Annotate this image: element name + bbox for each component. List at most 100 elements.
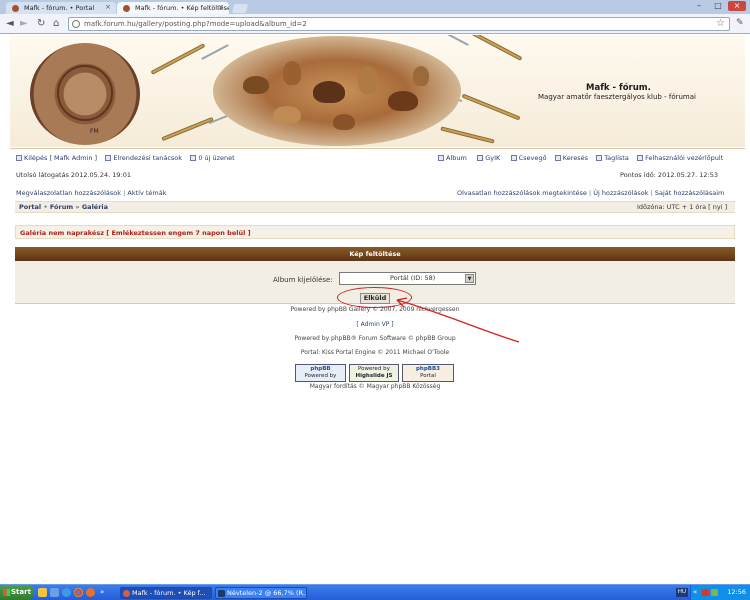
taskbar-button-chrome[interactable]: Mafk - fórum. • Kép f... [120, 587, 212, 599]
firefox-icon[interactable] [86, 588, 95, 597]
dst-link[interactable]: [ nyi ] [708, 203, 727, 211]
album-selected-value: Portál (ID: 58) [390, 274, 436, 282]
back-arrow-icon[interactable]: ◄ [6, 18, 14, 29]
breadcrumb-gallery[interactable]: Galéria [82, 203, 108, 211]
site-subtitle: Magyar amatőr faesztergályos klub - fóru… [538, 93, 696, 101]
unanswered-posts-link[interactable]: Megválaszolatlan hozzászólások [16, 189, 121, 197]
bookmark-star-icon[interactable]: ☆ [716, 18, 725, 29]
control-panel-icon [637, 155, 644, 161]
logo-text: FM [90, 128, 99, 135]
bowl-shape [273, 106, 301, 124]
wood-turnings-image [213, 36, 461, 146]
unread-posts-link[interactable]: Olvasatlan hozzászólások megtekintése [457, 189, 587, 197]
address-bar[interactable]: mafk.forum.hu/gallery/posting.php?mode=u… [68, 17, 730, 31]
bowl-shape [283, 61, 301, 85]
breadcrumb: Portal • Fórum » Galéria [19, 203, 109, 211]
minimize-icon[interactable]: – [690, 1, 708, 11]
notice-text: Galéria nem naprakész [20, 229, 104, 237]
members-link[interactable]: Taglista [596, 154, 629, 162]
close-tab-icon[interactable]: × [105, 3, 111, 11]
logout-link[interactable]: Kilépés [ Mafk Admin ] [16, 154, 97, 162]
shield-icon[interactable] [702, 589, 709, 596]
timezone-info: Időzóna: UTC + 1 óra [ nyi ] [637, 203, 727, 211]
close-window-icon[interactable]: × [728, 1, 746, 11]
chisel-handle-icon [467, 35, 523, 61]
upload-form-header: Kép feltöltése [15, 247, 735, 261]
breadcrumb-bar [15, 201, 735, 213]
message-icon [190, 155, 197, 161]
ie-icon[interactable] [62, 588, 71, 597]
translation-credit: Magyar fordítás © Magyar phpBB Közösség [309, 383, 441, 390]
bowl-shape [413, 66, 429, 86]
annotation-ellipse [337, 287, 412, 308]
chrome-icon[interactable] [74, 588, 83, 597]
forum-header-banner: FM Mafk - fórum. Magyar amatőr faeszterg… [10, 35, 745, 147]
search-link[interactable]: Keresés [554, 154, 588, 162]
search-links-left: Megválaszolatlan hozzászólások | Aktív t… [16, 189, 167, 197]
layout-tips-link[interactable]: Elrendezési tanácsok [105, 154, 182, 162]
own-posts-link[interactable]: Saját hozzászólásaim [655, 189, 725, 197]
close-tab-icon[interactable]: × [218, 3, 224, 11]
start-button[interactable]: Start [0, 585, 34, 600]
favicon-icon [12, 5, 19, 12]
bowl-shape [388, 91, 418, 111]
reload-icon[interactable]: ↻ [37, 18, 45, 29]
admin-panel-link[interactable]: [ Admin VP ] [15, 321, 735, 328]
album-select-label: Album kijelölése: [273, 276, 333, 284]
chevron-down-icon[interactable]: ▼ [465, 274, 474, 283]
plus-icon [105, 155, 112, 161]
chisel-handle-icon [161, 116, 214, 142]
wrench-icon[interactable]: ✎ [736, 18, 744, 28]
album-link[interactable]: Album [438, 154, 467, 162]
chevron-right-icon[interactable]: » [100, 588, 109, 597]
last-visit: Utolsó látogatás 2012.05.24. 19:01 [16, 171, 132, 179]
bowl-shape [243, 76, 269, 94]
tab-label: Mafk - fórum. • Kép feltöltése [135, 4, 229, 12]
explorer-icon[interactable] [38, 588, 47, 597]
browser-toolbar: ◄ ► ↻ ⌂ mafk.forum.hu/gallery/posting.ph… [0, 14, 750, 34]
chisel-handle-icon [440, 126, 495, 144]
url-text: mafk.forum.hu/gallery/posting.php?mode=u… [84, 20, 307, 28]
faq-icon [477, 155, 484, 161]
new-tab-button[interactable] [231, 4, 249, 13]
tab-portal[interactable]: Mafk - fórum. • Portal × [6, 2, 116, 14]
chrome-icon [123, 590, 130, 597]
search-icon [554, 155, 561, 161]
faq-link[interactable]: GyIK [477, 154, 500, 162]
chisel-blade-icon [201, 44, 229, 60]
chisel-handle-icon [150, 43, 206, 75]
language-indicator[interactable]: HU [676, 588, 688, 597]
current-time: Pontos idő: 2012.05.27. 12:53 [620, 171, 719, 179]
desktop-icon[interactable] [50, 588, 59, 597]
active-topics-link[interactable]: Aktív témák [127, 189, 166, 197]
windows-taskbar: Start » Mafk - fórum. • Kép f... Névtele… [0, 584, 750, 600]
gallery-credit: Powered by phpBB Gallery © 2007, 2009 ni… [290, 306, 460, 313]
highslide-badge[interactable]: Powered by Highslide JS [349, 364, 399, 382]
phpbb-badge[interactable]: phpBB Powered by [295, 364, 346, 382]
bowl-shape [333, 114, 355, 130]
site-title[interactable]: Mafk - fórum. [586, 83, 651, 93]
control-panel-link[interactable]: Felhasználói vezérlőpult [637, 154, 723, 162]
bowl-shape [358, 66, 378, 94]
chat-link[interactable]: Csevegő [510, 154, 546, 162]
globe-icon [72, 20, 80, 28]
tab-upload-image[interactable]: Mafk - fórum. • Kép feltöltése × [117, 2, 229, 14]
members-icon [596, 155, 603, 161]
chevron-left-icon[interactable]: « [693, 589, 700, 596]
windows-logo-icon [3, 589, 10, 596]
forward-arrow-icon[interactable]: ► [20, 18, 28, 29]
remind-me-link[interactable]: [ Emlékeztessen engem 7 napon belül ] [106, 229, 250, 237]
new-messages-link[interactable]: 0 új üzenet [190, 154, 235, 162]
maximize-icon[interactable]: □ [709, 1, 727, 11]
header-divider [10, 148, 745, 149]
network-icon[interactable] [711, 589, 718, 596]
album-select[interactable]: Portál (ID: 58) ▼ [339, 272, 476, 285]
portal-credit: Portal: Kiss Portal Engine © 2011 Michae… [300, 349, 450, 356]
search-links-right: Olvasatlan hozzászólások megtekintése | … [457, 189, 725, 197]
phpbb3-portal-badge[interactable]: phpBB3 Portal [402, 364, 454, 382]
taskbar-button-photoshop[interactable]: Névtelen-2 @ 66,7% (R... [215, 587, 307, 599]
home-icon[interactable]: ⌂ [53, 18, 59, 29]
breadcrumb-portal[interactable]: Portal [19, 203, 41, 211]
new-posts-link[interactable]: Új hozzászólások [593, 189, 648, 197]
breadcrumb-forum[interactable]: Fórum [50, 203, 73, 211]
